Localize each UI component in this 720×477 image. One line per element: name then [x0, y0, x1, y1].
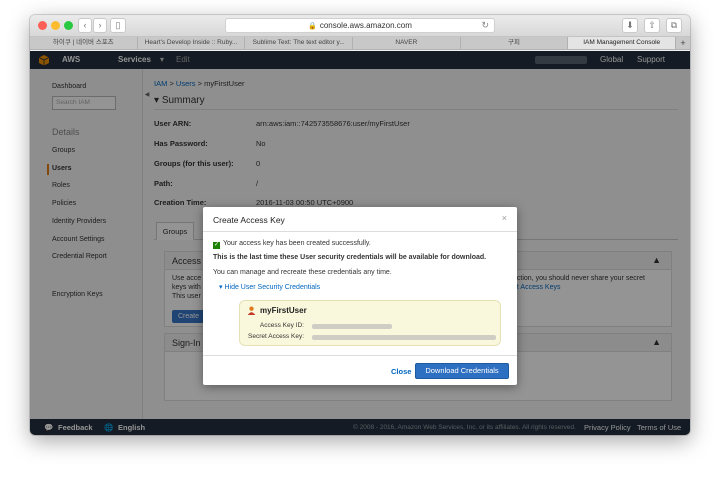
success-text: Your access key has been created success… — [223, 240, 371, 247]
hide-credentials-text: Hide User Security Credentials — [224, 284, 321, 291]
download-credentials-button[interactable]: Download Credentials — [415, 363, 509, 379]
browser-tab-bar: 하이쿠 | 네이버 스포츠 Heart's Develop Inside :: … — [30, 37, 690, 50]
browser-tab[interactable]: NAVER — [353, 37, 461, 49]
create-access-key-dialog: Create Access Key × ✓ Your access key has… — [203, 207, 517, 385]
dialog-header: Create Access Key × — [203, 207, 517, 232]
tabs-overview-icon[interactable]: ⧉ — [666, 18, 682, 33]
browser-tab[interactable]: 하이쿠 | 네이버 스포츠 — [30, 37, 138, 49]
reload-icon[interactable]: ↻ — [481, 19, 489, 32]
close-icon[interactable]: × — [502, 213, 507, 223]
user-icon — [247, 306, 256, 315]
zoom-window-button[interactable] — [64, 21, 73, 30]
browser-window: ‹ › ▯ 🔒 console.aws.amazon.com ↻ ⬇ ⇧ ⧉ 하이… — [30, 15, 690, 435]
manage-message: You can manage and recreate these creden… — [213, 269, 392, 276]
access-key-id-label: Access Key ID: — [259, 322, 304, 329]
close-button[interactable]: Close — [391, 367, 411, 376]
back-icon[interactable]: ‹ — [78, 18, 92, 33]
lock-icon: 🔒 — [308, 23, 317, 30]
close-window-button[interactable] — [38, 21, 47, 30]
browser-tab[interactable]: Sublime Text: The text editor y... — [245, 37, 354, 49]
sidebar-icon[interactable]: ▯ — [110, 18, 126, 33]
dialog-divider — [203, 355, 517, 356]
browser-tab-active[interactable]: IAM Management Console — [568, 37, 677, 49]
browser-tab[interactable]: Heart's Develop Inside :: Ruby... — [138, 37, 246, 49]
download-icon[interactable]: ⬇ — [622, 18, 638, 33]
warning-message: This is the last time these User securit… — [213, 254, 487, 261]
dialog-title: Create Access Key — [213, 215, 285, 225]
credentials-box: myFirstUser Access Key ID: Secret Access… — [239, 300, 501, 346]
address-bar[interactable]: 🔒 console.aws.amazon.com ↻ — [225, 18, 495, 33]
access-key-id-value — [312, 324, 392, 329]
share-icon[interactable]: ⇧ — [644, 18, 660, 33]
credentials-username: myFirstUser — [260, 306, 307, 315]
browser-tab[interactable]: 구피 — [461, 37, 569, 49]
minimize-window-button[interactable] — [51, 21, 60, 30]
browser-toolbar: ‹ › ▯ 🔒 console.aws.amazon.com ↻ ⬇ ⇧ ⧉ — [30, 15, 690, 37]
checkmark-icon: ✓ — [213, 242, 220, 249]
secret-access-key-label: Secret Access Key: — [248, 333, 304, 340]
forward-icon[interactable]: › — [93, 18, 107, 33]
success-message: ✓ Your access key has been created succes… — [213, 240, 371, 249]
url-text: console.aws.amazon.com — [319, 21, 412, 30]
secret-access-key-value — [312, 335, 496, 340]
hide-credentials-link[interactable]: ▾ Hide User Security Credentials — [219, 283, 320, 291]
new-tab-button[interactable]: + — [676, 37, 690, 49]
